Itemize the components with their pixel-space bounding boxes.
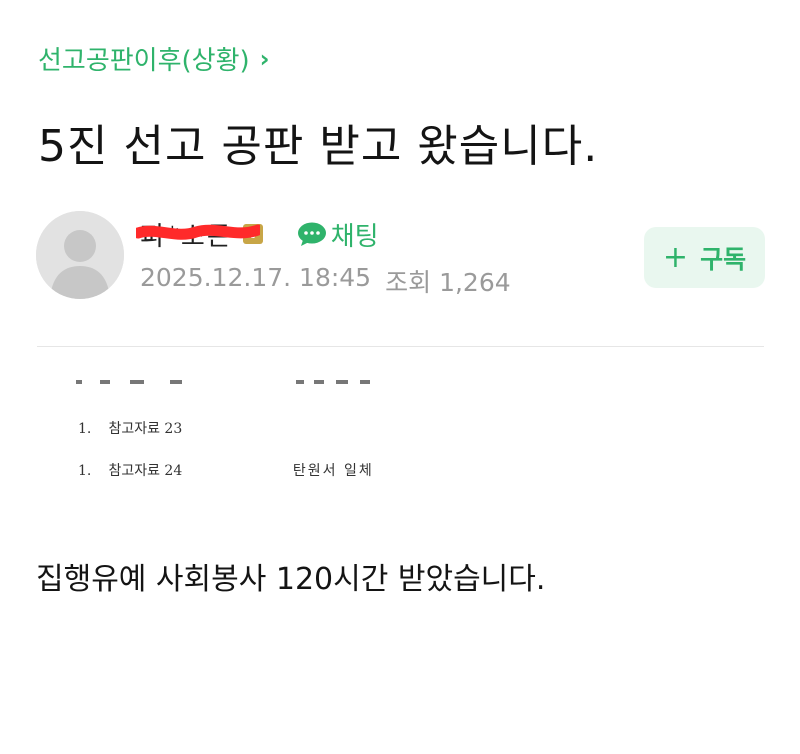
author-name-text: 피*소돈 — [140, 221, 233, 252]
cropped-text-fragment — [76, 380, 370, 384]
category-link[interactable]: 선고공판이후(상황) › — [38, 40, 270, 77]
post-meta: 2025.12.17. 18:45 조회 1,264 — [140, 263, 511, 299]
verified-badge-icon: V — [242, 224, 263, 244]
chat-bubble-icon — [297, 222, 326, 246]
views-count: 조회 1,264 — [385, 263, 511, 299]
default-avatar-icon[interactable] — [36, 211, 124, 299]
document-excerpt-image: 1. 참고자료 23 1. 참고자료 24 탄원서 일체 — [0, 360, 800, 510]
chat-label: 채팅 — [330, 221, 379, 252]
post-body: 집행유예 사회봉사 120시간 받았습니다. — [36, 562, 546, 597]
subscribe-label: 구독 — [700, 244, 747, 274]
author-row: 피*소돈 V 채팅 — [136, 216, 379, 253]
document-item-label: 참고자료 23 — [108, 421, 183, 437]
post-title: 5진 선고 공판 받고 왔습니다. — [38, 121, 599, 172]
post-date: 2025.12.17. 18:45 — [140, 263, 372, 292]
subscribe-button[interactable]: + 구독 — [644, 227, 765, 288]
post-page: 선고공판이후(상황) › 5진 선고 공판 받고 왔습니다. 피*소돈 V 채팅… — [0, 0, 800, 754]
views-value: 1,264 — [439, 268, 511, 297]
document-item-number: 1. — [78, 421, 92, 437]
plus-icon: + — [662, 239, 689, 275]
chevron-right-icon: › — [259, 44, 270, 73]
chat-button[interactable]: 채팅 — [297, 216, 379, 253]
category-label: 선고공판이후(상황) — [38, 46, 250, 76]
author-name[interactable]: 피*소돈 — [136, 216, 260, 253]
views-label: 조회 — [385, 268, 432, 297]
document-item: 1. 참고자료 23 — [78, 418, 288, 438]
document-item-note: 탄원서 일체 — [292, 463, 374, 479]
divider — [37, 346, 764, 347]
document-item-label: 참고자료 24 — [108, 463, 183, 479]
document-item-number: 1. — [78, 463, 92, 479]
document-item: 1. 참고자료 24 탄원서 일체 — [78, 460, 374, 480]
